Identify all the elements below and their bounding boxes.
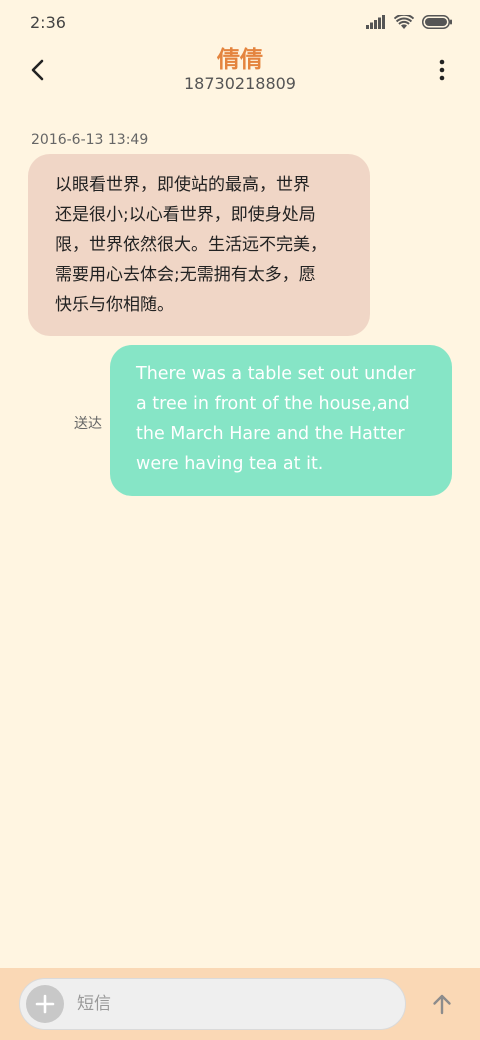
message-line: There was a table set out under (136, 364, 416, 384)
message-line: 快乐与你相随。 (55, 295, 174, 315)
status-time: 2:36 (30, 12, 66, 32)
message-input[interactable]: 短信 (19, 978, 406, 1030)
incoming-message-bubble[interactable]: 以眼看世界，即使站的最高，世界 还是很小;以心看世界，即使身处局 限，世界依然很… (28, 154, 370, 336)
message-line: 限，世界依然很大。生活远不完美， (55, 235, 327, 255)
delivery-status: 送达 (74, 416, 102, 432)
battery-icon (422, 15, 452, 29)
message-line: 以眼看世界，即使站的最高，世界 (55, 175, 310, 195)
plus-icon (35, 994, 55, 1014)
status-bar: 2:36 (0, 0, 480, 44)
send-button[interactable] (424, 988, 460, 1020)
message-line: a tree in front of the house,and (136, 394, 410, 414)
outgoing-message-bubble[interactable]: There was a table set out under a tree i… (110, 345, 452, 496)
more-vertical-icon (439, 59, 445, 81)
wifi-icon (394, 14, 414, 30)
contact-number[interactable]: 18730218809 (0, 74, 480, 94)
message-line: 还是很小;以心看世界，即使身处局 (55, 205, 316, 225)
signal-icon (366, 15, 386, 29)
message-input-placeholder: 短信 (77, 994, 111, 1014)
message-line: were having tea at it. (136, 454, 324, 474)
composer-bar: 短信 (0, 968, 480, 1040)
contact-name[interactable]: 倩倩 (0, 46, 480, 74)
more-options-button[interactable] (426, 54, 458, 86)
attach-button[interactable] (26, 985, 64, 1023)
message-line: 需要用心去体会;无需拥有太多，愿 (55, 265, 316, 285)
conversation-header: 倩倩 18730218809 (0, 44, 480, 100)
message-line: the March Hare and the Hatter (136, 424, 405, 444)
message-timestamp: 2016-6-13 13:49 (31, 132, 149, 148)
status-icons (366, 14, 452, 30)
send-arrow-icon (433, 994, 451, 1015)
